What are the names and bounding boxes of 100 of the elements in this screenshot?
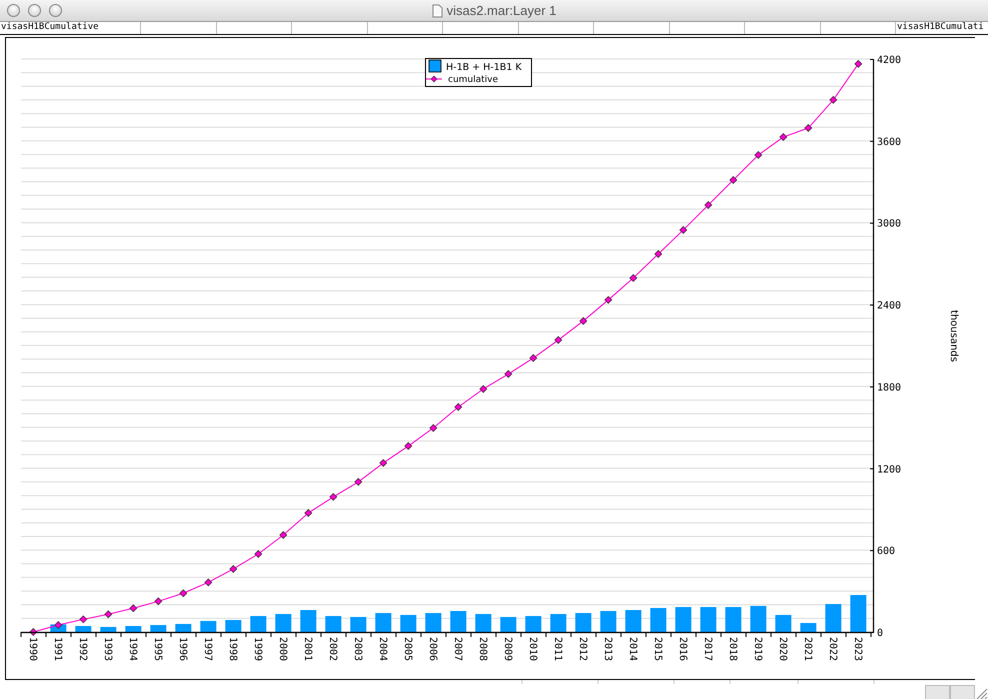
data-point: [454, 403, 462, 412]
legend-label: H-1B + H-1B1 K: [446, 62, 522, 73]
tick-label: 1995: [152, 637, 163, 662]
tick-label: 600: [877, 546, 896, 558]
data-point: [754, 151, 762, 160]
bar: [425, 613, 442, 632]
tick-label: 2012: [576, 637, 588, 662]
data-point: [229, 564, 238, 573]
data-point: [629, 274, 638, 282]
data-point: [254, 550, 262, 558]
bar: [500, 617, 516, 632]
data-point: [554, 336, 562, 344]
tick-label: 1200: [877, 464, 902, 476]
tick-label: 1997: [202, 637, 213, 662]
tick-label: 1998: [226, 637, 238, 662]
bar: [150, 625, 166, 632]
tick-label: 2006: [426, 637, 438, 662]
bar: [100, 626, 116, 632]
data-point: [279, 531, 288, 539]
data-point: [404, 442, 412, 450]
bar: [675, 607, 692, 632]
data-point: [129, 604, 138, 612]
tick-label: 2014: [626, 637, 638, 662]
minimize-button[interactable]: [28, 4, 41, 17]
tick-label: 2400: [877, 300, 902, 312]
data-point: [29, 628, 38, 636]
tick-label: 2007: [452, 637, 463, 662]
bar: [450, 611, 466, 632]
bar: [700, 607, 716, 632]
data-point: [804, 124, 812, 132]
zoom-button[interactable]: [49, 4, 62, 17]
legend-label: cumulative: [448, 75, 498, 85]
tick-label: 2020: [776, 637, 788, 662]
bar: [600, 611, 616, 632]
tick-label: 1991: [52, 637, 63, 662]
data-point: [154, 597, 162, 606]
bar: [725, 607, 742, 632]
bar: [775, 614, 792, 632]
bar: [825, 604, 842, 632]
data-point: [729, 176, 738, 184]
tick-label: 2000: [276, 637, 288, 662]
bar: [300, 610, 316, 632]
bar: [550, 614, 566, 632]
tick-label: 2001: [302, 637, 313, 662]
data-point: [179, 589, 188, 598]
layer-label: visasH1BCumulati: [897, 22, 984, 32]
data-point: [104, 610, 112, 618]
tick-label: 2011: [552, 637, 563, 662]
data-point: [604, 296, 612, 304]
tick-label: 2016: [676, 637, 688, 662]
tick-label: 2003: [352, 637, 363, 662]
data-point: [654, 250, 662, 258]
tick-label: 2002: [326, 637, 338, 662]
data-point: [704, 200, 712, 209]
data-point: [529, 354, 538, 362]
document-icon: [432, 4, 443, 18]
bar: [200, 620, 216, 632]
bar: [350, 617, 366, 632]
data-point: [329, 492, 338, 501]
tick-label: 2005: [402, 637, 413, 662]
data-point: [379, 458, 388, 467]
tick-label: 2015: [652, 637, 663, 662]
data-point: [504, 370, 512, 378]
tick-label: 1996: [176, 637, 188, 662]
axis-label: thousands: [948, 310, 959, 362]
tick-label: 3000: [877, 218, 902, 230]
tick-label: 1993: [102, 637, 113, 662]
tick-label: 2022: [826, 637, 838, 662]
bar: [75, 626, 92, 632]
bar: [575, 613, 592, 632]
data-point: [854, 60, 862, 68]
bar: [275, 614, 292, 632]
data-point: [304, 509, 312, 518]
window-title: visas2.mar:Layer 1: [446, 3, 556, 18]
tick-label: 2018: [726, 637, 738, 662]
bar: [375, 613, 392, 632]
tick-label: 2009: [502, 637, 513, 662]
bar: [800, 623, 816, 632]
bar: [475, 614, 492, 632]
data-point: [779, 133, 788, 142]
bar: [750, 606, 766, 632]
tick-label: 3600: [877, 136, 902, 148]
tick-label: 0: [877, 628, 884, 639]
tick-label: 2017: [702, 637, 713, 662]
tick-label: 1999: [252, 637, 263, 662]
bar: [400, 614, 416, 632]
bar: [850, 595, 866, 632]
tick-label: 1994: [126, 637, 138, 662]
resize-grip-icon[interactable]: [976, 688, 988, 699]
close-button[interactable]: [7, 4, 20, 17]
bar: [250, 616, 266, 632]
tick-label: 4200: [877, 55, 902, 66]
data-point: [354, 478, 362, 486]
tick-label: 2004: [376, 637, 388, 662]
tick-label: 1800: [877, 382, 902, 394]
tick-label: 2019: [752, 637, 763, 662]
tick-label: 2008: [476, 637, 488, 662]
bar: [225, 620, 242, 632]
bar: [525, 616, 542, 632]
bar: [625, 610, 642, 632]
